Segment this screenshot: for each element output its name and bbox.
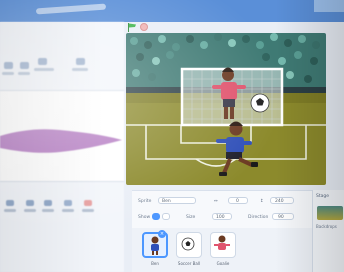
delete-sprite-icon[interactable]: × — [158, 230, 166, 238]
sprite-name-soccer-ball: Soccer Ball — [177, 261, 201, 266]
show-hidden-toggle[interactable] — [162, 213, 170, 220]
faster-icon[interactable] — [26, 200, 34, 206]
tool-icon[interactable] — [76, 58, 85, 65]
tool-icon[interactable] — [4, 62, 13, 69]
size-label: Size — [186, 215, 196, 220]
goalie-thumb-icon — [214, 235, 230, 250]
sound-editor — [0, 22, 124, 272]
tool-icon[interactable] — [38, 58, 47, 65]
stage-backdrop-pane[interactable]: Stage Backdrops — [312, 190, 344, 272]
sprite-name-label: Sprite — [138, 199, 152, 204]
control-label — [62, 209, 74, 212]
green-flag-icon[interactable] — [127, 23, 137, 32]
direction-value: 90 — [278, 215, 284, 220]
play-icon[interactable] — [6, 200, 14, 206]
sprite-name-ben: Ben — [151, 261, 159, 266]
screen: Sprite Ben ↔ 0 ↕ 240 Show Size 100 Direc… — [0, 0, 344, 272]
project-title-field[interactable] — [35, 3, 107, 15]
x-value: 0 — [236, 199, 239, 204]
tool-label — [2, 72, 14, 75]
slower-icon[interactable] — [44, 200, 52, 206]
control-label — [82, 209, 94, 212]
tool-label — [34, 68, 54, 71]
editor-toolbar — [0, 52, 124, 80]
stage[interactable] — [126, 33, 326, 185]
show-label: Show — [138, 215, 151, 220]
y-label: ↕ — [260, 199, 264, 204]
size-value: 100 — [216, 215, 225, 220]
sound-waveform — [0, 129, 122, 153]
soccer-ball-thumb-icon — [181, 237, 195, 251]
stop-icon[interactable] — [140, 23, 148, 31]
sprite-name-goalie: Goalie — [216, 261, 230, 266]
playback-controls — [4, 200, 120, 214]
robot-icon[interactable] — [84, 200, 92, 206]
sprite-tile-goalie[interactable] — [210, 232, 236, 258]
sprite-tile-soccer-ball[interactable] — [176, 232, 202, 258]
backdrops-label: Backdrops — [316, 224, 337, 229]
tool-icon[interactable] — [20, 62, 29, 69]
menu-bar-right — [314, 0, 344, 12]
sprite-info-panel: Sprite Ben ↔ 0 ↕ 240 Show Size 100 Direc… — [132, 190, 312, 230]
control-label — [24, 209, 36, 212]
tool-label — [72, 68, 88, 71]
show-visible-toggle[interactable] — [152, 213, 160, 220]
menu-bar — [0, 0, 344, 22]
tool-label — [18, 72, 30, 75]
sprite-name-value: Ben — [162, 199, 171, 204]
direction-label: Direction — [248, 215, 269, 220]
stage-header — [124, 20, 344, 34]
soccer-scene — [126, 33, 326, 185]
control-label — [4, 209, 16, 212]
stage-pane-title: Stage — [316, 194, 330, 199]
soccer-ball-sprite[interactable] — [250, 93, 270, 113]
control-label — [42, 209, 54, 212]
effect-icon[interactable] — [64, 200, 72, 206]
backdrop-thumbnail[interactable] — [317, 206, 343, 220]
x-label: ↔ — [214, 199, 218, 204]
y-value: 240 — [275, 199, 284, 204]
